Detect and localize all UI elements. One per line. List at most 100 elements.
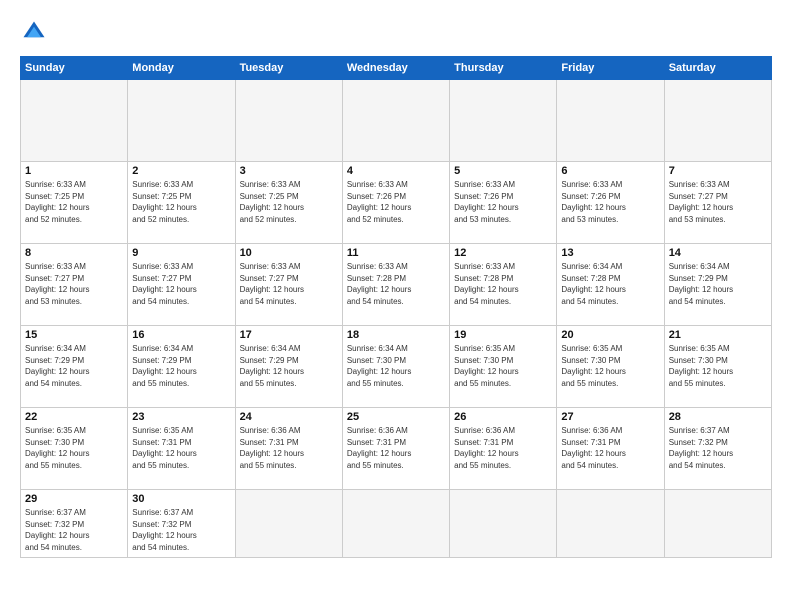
day-info: Sunrise: 6:36 AMSunset: 7:31 PMDaylight:… <box>347 425 445 471</box>
calendar-cell <box>128 80 235 162</box>
day-number: 3 <box>240 165 338 177</box>
calendar-cell: 28 Sunrise: 6:37 AMSunset: 7:32 PMDaylig… <box>664 408 771 490</box>
calendar-cell <box>664 80 771 162</box>
day-info: Sunrise: 6:37 AMSunset: 7:32 PMDaylight:… <box>132 507 230 553</box>
day-info: Sunrise: 6:35 AMSunset: 7:30 PMDaylight:… <box>25 425 123 471</box>
calendar-cell: 18 Sunrise: 6:34 AMSunset: 7:30 PMDaylig… <box>342 326 449 408</box>
calendar-cell: 16 Sunrise: 6:34 AMSunset: 7:29 PMDaylig… <box>128 326 235 408</box>
col-header-tuesday: Tuesday <box>235 57 342 80</box>
col-header-friday: Friday <box>557 57 664 80</box>
day-info: Sunrise: 6:33 AMSunset: 7:28 PMDaylight:… <box>454 261 552 307</box>
day-number: 27 <box>561 411 659 423</box>
calendar-week-row: 8 Sunrise: 6:33 AMSunset: 7:27 PMDayligh… <box>21 244 772 326</box>
day-number: 21 <box>669 329 767 341</box>
day-number: 2 <box>132 165 230 177</box>
calendar-table: SundayMondayTuesdayWednesdayThursdayFrid… <box>20 56 772 558</box>
calendar-cell: 20 Sunrise: 6:35 AMSunset: 7:30 PMDaylig… <box>557 326 664 408</box>
col-header-wednesday: Wednesday <box>342 57 449 80</box>
col-header-saturday: Saturday <box>664 57 771 80</box>
col-header-sunday: Sunday <box>21 57 128 80</box>
day-info: Sunrise: 6:35 AMSunset: 7:30 PMDaylight:… <box>561 343 659 389</box>
day-number: 10 <box>240 247 338 259</box>
day-info: Sunrise: 6:36 AMSunset: 7:31 PMDaylight:… <box>454 425 552 471</box>
calendar-header-row: SundayMondayTuesdayWednesdayThursdayFrid… <box>21 57 772 80</box>
day-info: Sunrise: 6:35 AMSunset: 7:31 PMDaylight:… <box>132 425 230 471</box>
calendar-cell: 21 Sunrise: 6:35 AMSunset: 7:30 PMDaylig… <box>664 326 771 408</box>
calendar-cell: 14 Sunrise: 6:34 AMSunset: 7:29 PMDaylig… <box>664 244 771 326</box>
calendar-cell <box>450 490 557 558</box>
day-number: 5 <box>454 165 552 177</box>
day-number: 13 <box>561 247 659 259</box>
calendar-cell: 27 Sunrise: 6:36 AMSunset: 7:31 PMDaylig… <box>557 408 664 490</box>
calendar-cell <box>664 490 771 558</box>
day-info: Sunrise: 6:33 AMSunset: 7:26 PMDaylight:… <box>347 179 445 225</box>
day-info: Sunrise: 6:34 AMSunset: 7:29 PMDaylight:… <box>669 261 767 307</box>
day-info: Sunrise: 6:34 AMSunset: 7:30 PMDaylight:… <box>347 343 445 389</box>
day-info: Sunrise: 6:34 AMSunset: 7:29 PMDaylight:… <box>132 343 230 389</box>
calendar-cell: 2 Sunrise: 6:33 AMSunset: 7:25 PMDayligh… <box>128 162 235 244</box>
calendar-week-row: 15 Sunrise: 6:34 AMSunset: 7:29 PMDaylig… <box>21 326 772 408</box>
day-info: Sunrise: 6:34 AMSunset: 7:29 PMDaylight:… <box>25 343 123 389</box>
day-info: Sunrise: 6:34 AMSunset: 7:29 PMDaylight:… <box>240 343 338 389</box>
day-info: Sunrise: 6:33 AMSunset: 7:25 PMDaylight:… <box>25 179 123 225</box>
calendar-cell: 7 Sunrise: 6:33 AMSunset: 7:27 PMDayligh… <box>664 162 771 244</box>
calendar-cell: 1 Sunrise: 6:33 AMSunset: 7:25 PMDayligh… <box>21 162 128 244</box>
day-number: 8 <box>25 247 123 259</box>
calendar-cell <box>557 490 664 558</box>
day-number: 15 <box>25 329 123 341</box>
calendar-week-row: 22 Sunrise: 6:35 AMSunset: 7:30 PMDaylig… <box>21 408 772 490</box>
calendar-cell <box>342 80 449 162</box>
calendar-cell <box>235 490 342 558</box>
day-number: 24 <box>240 411 338 423</box>
logo-icon <box>20 18 48 46</box>
calendar-cell: 9 Sunrise: 6:33 AMSunset: 7:27 PMDayligh… <box>128 244 235 326</box>
day-info: Sunrise: 6:35 AMSunset: 7:30 PMDaylight:… <box>669 343 767 389</box>
day-number: 26 <box>454 411 552 423</box>
calendar-cell: 4 Sunrise: 6:33 AMSunset: 7:26 PMDayligh… <box>342 162 449 244</box>
day-info: Sunrise: 6:34 AMSunset: 7:28 PMDaylight:… <box>561 261 659 307</box>
day-info: Sunrise: 6:37 AMSunset: 7:32 PMDaylight:… <box>25 507 123 553</box>
calendar-week-row: 1 Sunrise: 6:33 AMSunset: 7:25 PMDayligh… <box>21 162 772 244</box>
calendar-cell: 12 Sunrise: 6:33 AMSunset: 7:28 PMDaylig… <box>450 244 557 326</box>
calendar-cell: 6 Sunrise: 6:33 AMSunset: 7:26 PMDayligh… <box>557 162 664 244</box>
calendar-cell: 8 Sunrise: 6:33 AMSunset: 7:27 PMDayligh… <box>21 244 128 326</box>
day-number: 22 <box>25 411 123 423</box>
day-info: Sunrise: 6:33 AMSunset: 7:27 PMDaylight:… <box>669 179 767 225</box>
day-info: Sunrise: 6:33 AMSunset: 7:27 PMDaylight:… <box>132 261 230 307</box>
calendar-cell: 11 Sunrise: 6:33 AMSunset: 7:28 PMDaylig… <box>342 244 449 326</box>
calendar-cell: 22 Sunrise: 6:35 AMSunset: 7:30 PMDaylig… <box>21 408 128 490</box>
day-info: Sunrise: 6:33 AMSunset: 7:26 PMDaylight:… <box>454 179 552 225</box>
calendar-cell: 29 Sunrise: 6:37 AMSunset: 7:32 PMDaylig… <box>21 490 128 558</box>
calendar-cell <box>235 80 342 162</box>
day-number: 23 <box>132 411 230 423</box>
calendar-cell: 24 Sunrise: 6:36 AMSunset: 7:31 PMDaylig… <box>235 408 342 490</box>
day-info: Sunrise: 6:33 AMSunset: 7:25 PMDaylight:… <box>240 179 338 225</box>
day-number: 28 <box>669 411 767 423</box>
day-number: 16 <box>132 329 230 341</box>
calendar-cell: 30 Sunrise: 6:37 AMSunset: 7:32 PMDaylig… <box>128 490 235 558</box>
calendar-cell: 3 Sunrise: 6:33 AMSunset: 7:25 PMDayligh… <box>235 162 342 244</box>
day-info: Sunrise: 6:33 AMSunset: 7:28 PMDaylight:… <box>347 261 445 307</box>
day-info: Sunrise: 6:36 AMSunset: 7:31 PMDaylight:… <box>561 425 659 471</box>
calendar-cell: 19 Sunrise: 6:35 AMSunset: 7:30 PMDaylig… <box>450 326 557 408</box>
calendar-cell <box>342 490 449 558</box>
day-info: Sunrise: 6:35 AMSunset: 7:30 PMDaylight:… <box>454 343 552 389</box>
calendar-cell <box>21 80 128 162</box>
calendar-week-row <box>21 80 772 162</box>
calendar-cell: 13 Sunrise: 6:34 AMSunset: 7:28 PMDaylig… <box>557 244 664 326</box>
calendar-cell: 10 Sunrise: 6:33 AMSunset: 7:27 PMDaylig… <box>235 244 342 326</box>
day-number: 1 <box>25 165 123 177</box>
day-number: 4 <box>347 165 445 177</box>
page: SundayMondayTuesdayWednesdayThursdayFrid… <box>0 0 792 612</box>
day-number: 29 <box>25 493 123 505</box>
calendar-cell: 26 Sunrise: 6:36 AMSunset: 7:31 PMDaylig… <box>450 408 557 490</box>
day-number: 9 <box>132 247 230 259</box>
day-info: Sunrise: 6:36 AMSunset: 7:31 PMDaylight:… <box>240 425 338 471</box>
calendar-cell <box>450 80 557 162</box>
day-number: 18 <box>347 329 445 341</box>
day-info: Sunrise: 6:33 AMSunset: 7:27 PMDaylight:… <box>240 261 338 307</box>
col-header-thursday: Thursday <box>450 57 557 80</box>
day-info: Sunrise: 6:33 AMSunset: 7:27 PMDaylight:… <box>25 261 123 307</box>
col-header-monday: Monday <box>128 57 235 80</box>
day-number: 14 <box>669 247 767 259</box>
